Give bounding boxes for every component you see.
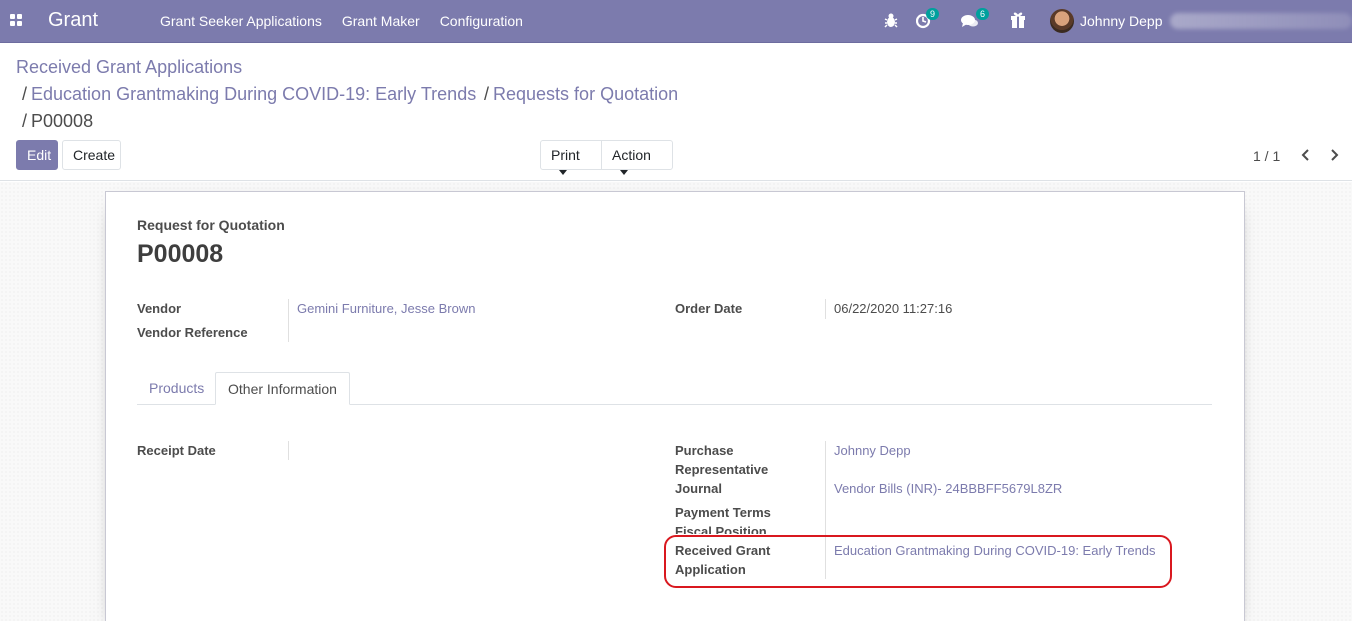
pager-next-icon[interactable] xyxy=(1328,145,1346,165)
field-divider xyxy=(288,441,289,460)
systray: 9 6 Johnny Depp xyxy=(880,8,1352,33)
apps-icon[interactable] xyxy=(10,14,23,27)
user-name[interactable]: Johnny Depp xyxy=(1080,13,1163,29)
breadcrumb-separator: / xyxy=(22,84,28,104)
blurred-company-name xyxy=(1170,13,1352,29)
bug-icon[interactable] xyxy=(884,9,898,33)
field-divider xyxy=(825,299,826,319)
doc-type-label: Request for Quotation xyxy=(137,217,285,233)
chevron-down-icon xyxy=(620,169,628,175)
menu-configuration[interactable]: Configuration xyxy=(440,13,523,29)
breadcrumb-separator: / xyxy=(22,111,28,131)
breadcrumb-separator: / xyxy=(484,84,490,104)
pager-value[interactable]: 1 / 1 xyxy=(1253,148,1280,164)
activity-clock-icon[interactable]: 9 xyxy=(915,8,940,33)
receipt-date-label: Receipt Date xyxy=(137,443,216,458)
breadcrumb-current: / P00008 xyxy=(22,111,93,132)
breadcrumb-label: P00008 xyxy=(31,111,94,131)
pager-previous-icon[interactable] xyxy=(1300,145,1318,165)
app-brand[interactable]: Grant xyxy=(48,9,98,32)
purchase-rep-value[interactable]: Johnny Depp xyxy=(834,441,911,460)
tab-other-information[interactable]: Other Information xyxy=(215,372,350,405)
chat-icon[interactable]: 6 xyxy=(960,8,990,33)
messages-badge: 6 xyxy=(976,8,990,20)
vendor-value[interactable]: Gemini Furniture, Jesse Brown xyxy=(297,299,475,318)
highlight-annotation xyxy=(664,535,1172,588)
breadcrumb-label[interactable]: Education Grantmaking During COVID-19: E… xyxy=(31,84,476,104)
journal-value[interactable]: Vendor Bills (INR)- 24BBBFF5679L8ZR xyxy=(834,479,1062,498)
breadcrumb-label[interactable]: Requests for Quotation xyxy=(493,84,678,104)
menu-grant-seeker-applications[interactable]: Grant Seeker Applications xyxy=(160,13,322,29)
journal-label: Journal xyxy=(675,481,722,496)
menu-grant-maker[interactable]: Grant Maker xyxy=(342,13,420,29)
control-panel: Received Grant Applications / Education G… xyxy=(0,44,1352,181)
action-dropdown[interactable]: Action xyxy=(601,140,673,175)
edit-button[interactable]: Edit xyxy=(16,140,58,170)
breadcrumb-requests-for-quotation[interactable]: / Requests for Quotation xyxy=(484,84,678,105)
breadcrumb-received-grant-applications[interactable]: Received Grant Applications xyxy=(16,57,242,78)
top-navbar: Grant Grant Seeker Applications Grant Ma… xyxy=(0,0,1352,43)
order-date-value[interactable]: 06/22/2020 11:27:16 xyxy=(834,299,952,318)
order-date-label: Order Date xyxy=(675,301,743,316)
vendor-label: Vendor xyxy=(137,301,182,316)
print-dropdown[interactable]: Print xyxy=(540,140,602,175)
print-label: Print xyxy=(551,147,580,163)
purchase-rep-label-line2: Representative xyxy=(675,462,769,477)
main-menu: Grant Seeker Applications Grant Maker Co… xyxy=(160,13,523,29)
record-name: P00008 xyxy=(137,240,224,268)
fiscal-position-label: Fiscal Position xyxy=(675,524,767,534)
gift-icon[interactable] xyxy=(1010,9,1026,33)
payment-terms-label: Payment Terms xyxy=(675,505,771,520)
create-button[interactable]: Create xyxy=(62,140,121,170)
chevron-down-icon xyxy=(559,169,567,175)
field-divider xyxy=(288,299,289,342)
vendor-reference-label: Vendor Reference xyxy=(137,325,248,340)
purchase-rep-label-line1: Purchase xyxy=(675,443,734,458)
activity-badge: 9 xyxy=(926,8,940,20)
tab-products[interactable]: Products xyxy=(137,372,216,405)
avatar[interactable] xyxy=(1050,9,1074,33)
action-label: Action xyxy=(612,147,651,163)
notebook-tabs: Products Other Information xyxy=(137,372,1212,405)
breadcrumb-education-grantmaking[interactable]: / Education Grantmaking During COVID-19: … xyxy=(22,84,476,105)
